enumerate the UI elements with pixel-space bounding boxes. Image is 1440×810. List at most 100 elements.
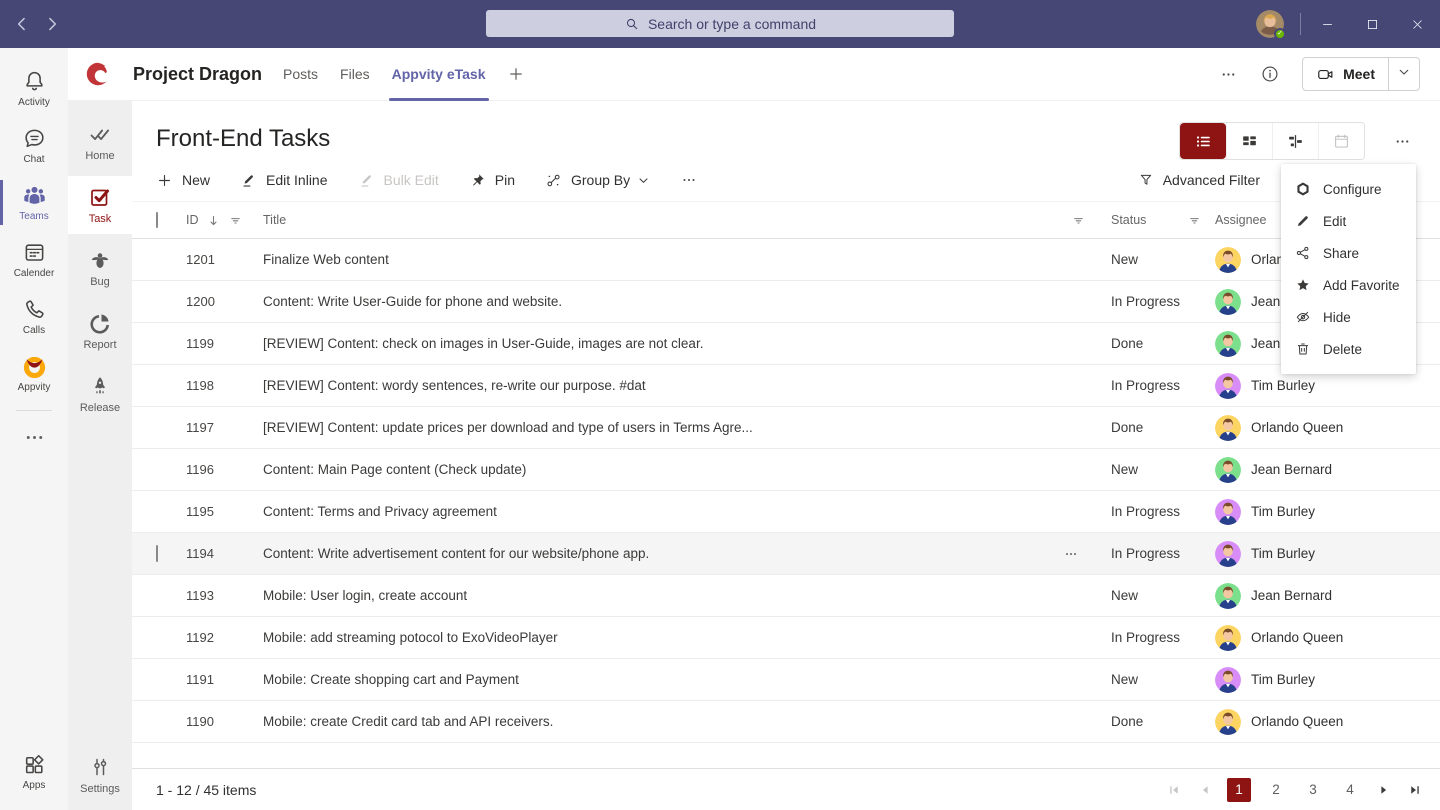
assignee-avatar (1215, 331, 1241, 357)
table-row[interactable]: 1200Content: Write User-Guide for phone … (132, 281, 1440, 323)
pin-button[interactable]: Pin (469, 172, 515, 189)
column-header-title[interactable]: Title (263, 213, 286, 227)
rail-item-chat[interactable]: Chat (0, 117, 68, 174)
task-assignee: Orlando Queen (1215, 625, 1440, 651)
add-tab-button[interactable] (507, 65, 525, 83)
edit-inline-button[interactable]: Edit Inline (240, 172, 327, 189)
rail-item-teams[interactable]: Teams (0, 174, 68, 231)
task-assignee: Tim Burley (1215, 667, 1440, 693)
assignee-avatar (1215, 709, 1241, 735)
sidebar-item-task[interactable]: Task (68, 176, 132, 234)
toolbar-more-button[interactable] (680, 171, 698, 189)
page-button-2[interactable]: 2 (1264, 778, 1288, 802)
menu-item-label: Hide (1323, 310, 1351, 325)
select-all-checkbox[interactable] (156, 212, 158, 228)
group-by-button[interactable]: Group By (545, 172, 650, 189)
task-assignee: Jean Bernard (1215, 457, 1440, 483)
rail-item-appvity[interactable]: Appvity (0, 345, 68, 402)
meet-dropdown-button[interactable] (1389, 65, 1419, 84)
page-button-4[interactable]: 4 (1338, 778, 1362, 802)
maximize-button[interactable] (1350, 0, 1395, 48)
page-button-1[interactable]: 1 (1227, 778, 1251, 802)
calendar-icon (22, 240, 47, 265)
header-more-button[interactable] (1219, 65, 1238, 84)
rail-item-activity[interactable]: Activity (0, 60, 68, 117)
table-row[interactable]: 1192Mobile: add streaming potocol to Exo… (132, 617, 1440, 659)
gantt-view-button[interactable] (1272, 123, 1318, 159)
bug-icon (88, 248, 112, 272)
table-row[interactable]: 1198[REVIEW] Content: wordy sentences, r… (132, 365, 1440, 407)
menu-item-share[interactable]: Share (1281, 237, 1416, 269)
row-checkbox[interactable] (156, 545, 158, 562)
board-view-button[interactable] (1226, 123, 1272, 159)
items-count: 1 - 12 / 45 items (156, 782, 256, 798)
menu-item-hide[interactable]: Hide (1281, 301, 1416, 333)
table-row[interactable]: 1201Finalize Web contentNewOrlando Queen (132, 239, 1440, 281)
sidebar-item-bug[interactable]: Bug (68, 239, 132, 297)
task-assignee: Tim Burley (1215, 373, 1440, 399)
previous-page-button[interactable] (1196, 781, 1214, 799)
menu-item-add-favorite[interactable]: Add Favorite (1281, 269, 1416, 301)
table-row[interactable]: 1191Mobile: Create shopping cart and Pay… (132, 659, 1440, 701)
titlebar-separator (1300, 13, 1301, 35)
rail-item-calls[interactable]: Calls (0, 288, 68, 345)
table-row[interactable]: 1194Content: Write advertisement content… (132, 533, 1440, 575)
assignee-avatar (1215, 247, 1241, 273)
sidebar-item-release[interactable]: Release (68, 365, 132, 423)
sidebar-item-home[interactable]: Home (68, 113, 132, 171)
table-row[interactable]: 1195Content: Terms and Privacy agreement… (132, 491, 1440, 533)
next-page-button[interactable] (1375, 781, 1393, 799)
table-row[interactable]: 1190Mobile: create Credit card tab and A… (132, 701, 1440, 743)
view-more-button[interactable] (1393, 132, 1412, 151)
menu-item-edit[interactable]: Edit (1281, 205, 1416, 237)
pagination: 1234 (1165, 778, 1424, 802)
list-view-button[interactable] (1180, 123, 1226, 159)
new-button[interactable]: New (156, 172, 210, 189)
last-page-button[interactable] (1406, 781, 1424, 799)
forward-button[interactable] (42, 14, 62, 34)
search-placeholder: Search or type a command (648, 16, 816, 32)
rail-item-apps[interactable]: Apps (0, 743, 68, 800)
user-avatar[interactable]: ✓ (1256, 10, 1284, 38)
table-row[interactable]: 1197[REVIEW] Content: update prices per … (132, 407, 1440, 449)
toolbar: New Edit Inline Bulk Edit Pin Group By A… (156, 163, 1416, 197)
info-button[interactable] (1260, 64, 1280, 84)
close-button[interactable] (1395, 0, 1440, 48)
assignee-name: Tim Burley (1251, 504, 1315, 519)
task-assignee: Orlando Queen (1215, 415, 1440, 441)
sort-down-icon[interactable] (206, 213, 221, 228)
bulk-edit-label: Bulk Edit (384, 172, 439, 188)
rail-more-button[interactable] (22, 425, 47, 450)
menu-item-configure[interactable]: Configure (1281, 173, 1416, 205)
minimize-button[interactable] (1305, 0, 1350, 48)
ellipsis-icon (1063, 546, 1079, 562)
search-input[interactable]: Search or type a command (486, 10, 954, 37)
rail-item-calender[interactable]: Calender (0, 231, 68, 288)
menu-item-delete[interactable]: Delete (1281, 333, 1416, 365)
chevron-down-icon (1397, 65, 1411, 79)
first-page-button[interactable] (1165, 781, 1183, 799)
assignee-avatar (1215, 373, 1241, 399)
table-row[interactable]: 1193Mobile: User login, create accountNe… (132, 575, 1440, 617)
back-button[interactable] (12, 14, 32, 34)
filter-icon[interactable] (1071, 213, 1086, 228)
column-header-status[interactable]: Status (1111, 213, 1146, 227)
task-title: Content: Terms and Privacy agreement (263, 504, 497, 519)
trash-icon (1295, 341, 1311, 357)
table-row[interactable]: 1196Content: Main Page content (Check up… (132, 449, 1440, 491)
tab-posts[interactable]: Posts (272, 48, 329, 101)
column-header-assignee[interactable]: Assignee (1215, 213, 1266, 227)
tab-files[interactable]: Files (329, 48, 381, 101)
table-row[interactable]: 1199[REVIEW] Content: check on images in… (132, 323, 1440, 365)
filter-icon[interactable] (228, 213, 243, 228)
row-actions-button[interactable] (1063, 546, 1079, 562)
column-header-id[interactable]: ID (186, 213, 199, 227)
sidebar-item-report[interactable]: Report (68, 302, 132, 360)
advanced-filter-button[interactable]: Advanced Filter (1138, 172, 1260, 188)
page-button-3[interactable]: 3 (1301, 778, 1325, 802)
board-view-icon (1240, 132, 1259, 151)
filter-icon[interactable] (1187, 213, 1202, 228)
sidebar-item-settings[interactable]: Settings (68, 746, 132, 804)
meet-button[interactable]: Meet (1302, 57, 1420, 91)
tab-appvity-etask[interactable]: Appvity eTask (381, 48, 497, 101)
